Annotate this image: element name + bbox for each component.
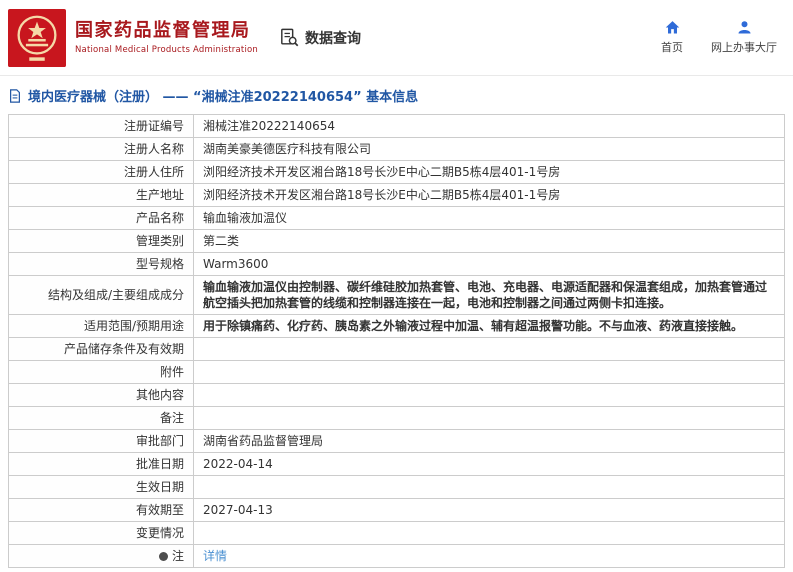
- field-label: 产品储存条件及有效期: [8, 337, 194, 361]
- table-row: 注 详情: [8, 544, 785, 568]
- field-value: 第二类: [193, 229, 785, 253]
- brand-home-link[interactable]: 国家药品监督管理局 National Medical Products Admi…: [8, 8, 258, 67]
- field-value: 湖南美豪美德医疗科技有限公司: [193, 137, 785, 161]
- top-navigation: 首页 网上办事大厅: [661, 20, 777, 55]
- table-row: 型号规格 Warm3600: [8, 252, 785, 276]
- document-icon: [8, 88, 22, 103]
- table-row: 产品名称 输血输液加温仪: [8, 206, 785, 230]
- home-icon: [665, 20, 680, 35]
- note-bullet-icon: [158, 552, 168, 561]
- field-label: 其他内容: [8, 383, 194, 407]
- breadcrumb-text: 境内医疗器械（注册） —— “湘械注准20222140654” 基本信息: [28, 90, 419, 105]
- table-row: 其他内容: [8, 383, 785, 407]
- table-row: 备注: [8, 406, 785, 430]
- field-value: [193, 360, 785, 384]
- detail-link[interactable]: 详情: [203, 549, 227, 563]
- user-icon: [737, 20, 752, 35]
- table-row: 生产地址 浏阳经济技术开发区湘台路18号长沙E中心二期B5栋4层401-1号房: [8, 183, 785, 207]
- registration-info-table: 注册证编号 湘械注准20222140654 注册人名称 湖南美豪美德医疗科技有限…: [8, 114, 785, 568]
- org-name-cn: 国家药品监督管理局: [75, 20, 251, 42]
- field-value: 用于除镇痛药、化疗药、胰岛素之外输液过程中加温、辅有超温报警功能。不与血液、药液…: [193, 314, 785, 338]
- field-label: 结构及组成/主要组成成分: [8, 275, 194, 315]
- field-value: 2027-04-13: [193, 498, 785, 522]
- field-label: 变更情况: [8, 521, 194, 545]
- nav-service-hall-label: 网上办事大厅: [711, 41, 777, 54]
- field-value: [193, 337, 785, 361]
- table-row: 注册人住所 浏阳经济技术开发区湘台路18号长沙E中心二期B5栋4层401-1号房: [8, 160, 785, 184]
- field-label: 备注: [8, 406, 194, 430]
- header: 国家药品监督管理局 National Medical Products Admi…: [0, 0, 793, 76]
- nmpa-emblem-logo: [8, 8, 66, 67]
- field-value: [193, 406, 785, 430]
- table-row: 注册证编号 湘械注准20222140654: [8, 114, 785, 138]
- field-label: 管理类别: [8, 229, 194, 253]
- field-label: 附件: [8, 360, 194, 384]
- field-label: 注: [8, 544, 194, 568]
- field-value: [193, 383, 785, 407]
- table-row: 审批部门 湖南省药品监督管理局: [8, 429, 785, 453]
- note-label: 注: [171, 549, 184, 563]
- field-label: 产品名称: [8, 206, 194, 230]
- org-titles: 国家药品监督管理局 National Medical Products Admi…: [75, 20, 258, 55]
- field-value: [193, 521, 785, 545]
- field-value: 详情: [193, 544, 785, 568]
- field-label: 注册人名称: [8, 137, 194, 161]
- table-row: 有效期至 2027-04-13: [8, 498, 785, 522]
- table-row: 结构及组成/主要组成成分 输血输液加温仪由控制器、碳纤维硅胶加热套管、电池、充电…: [8, 275, 785, 315]
- table-row: 产品储存条件及有效期: [8, 337, 785, 361]
- field-value: 2022-04-14: [193, 452, 785, 476]
- nav-data-query-label: 数据查询: [305, 30, 361, 47]
- field-value: 浏阳经济技术开发区湘台路18号长沙E中心二期B5栋4层401-1号房: [193, 160, 785, 184]
- nav-service-hall[interactable]: 网上办事大厅: [711, 20, 777, 55]
- field-value: [193, 475, 785, 499]
- table-row: 生效日期: [8, 475, 785, 499]
- field-label: 有效期至: [8, 498, 194, 522]
- table-row: 批准日期 2022-04-14: [8, 452, 785, 476]
- field-label: 注册证编号: [8, 114, 194, 138]
- field-value: 输血输液加温仪: [193, 206, 785, 230]
- table-row: 注册人名称 湖南美豪美德医疗科技有限公司: [8, 137, 785, 161]
- table-row: 附件: [8, 360, 785, 384]
- field-value: 浏阳经济技术开发区湘台路18号长沙E中心二期B5栋4层401-1号房: [193, 183, 785, 207]
- field-label: 生效日期: [8, 475, 194, 499]
- field-label: 审批部门: [8, 429, 194, 453]
- nav-home[interactable]: 首页: [661, 20, 683, 55]
- field-value: 湖南省药品监督管理局: [193, 429, 785, 453]
- table-row: 管理类别 第二类: [8, 229, 785, 253]
- field-label: 注册人住所: [8, 160, 194, 184]
- field-value: 输血输液加温仪由控制器、碳纤维硅胶加热套管、电池、充电器、电源适配器和保温套组成…: [193, 275, 785, 315]
- field-value: 湘械注准20222140654: [193, 114, 785, 138]
- field-value: Warm3600: [193, 252, 785, 276]
- field-label: 批准日期: [8, 452, 194, 476]
- table-row: 适用范围/预期用途 用于除镇痛药、化疗药、胰岛素之外输液过程中加温、辅有超温报警…: [8, 314, 785, 338]
- breadcrumb: 境内医疗器械（注册） —— “湘械注准20222140654” 基本信息: [0, 76, 793, 114]
- field-label: 适用范围/预期用途: [8, 314, 194, 338]
- field-label: 型号规格: [8, 252, 194, 276]
- org-name-en: National Medical Products Administration: [75, 44, 258, 55]
- field-label: 生产地址: [8, 183, 194, 207]
- table-row: 变更情况: [8, 521, 785, 545]
- data-query-icon: [280, 28, 299, 47]
- nav-data-query[interactable]: 数据查询: [280, 28, 361, 48]
- nav-home-label: 首页: [661, 41, 683, 54]
